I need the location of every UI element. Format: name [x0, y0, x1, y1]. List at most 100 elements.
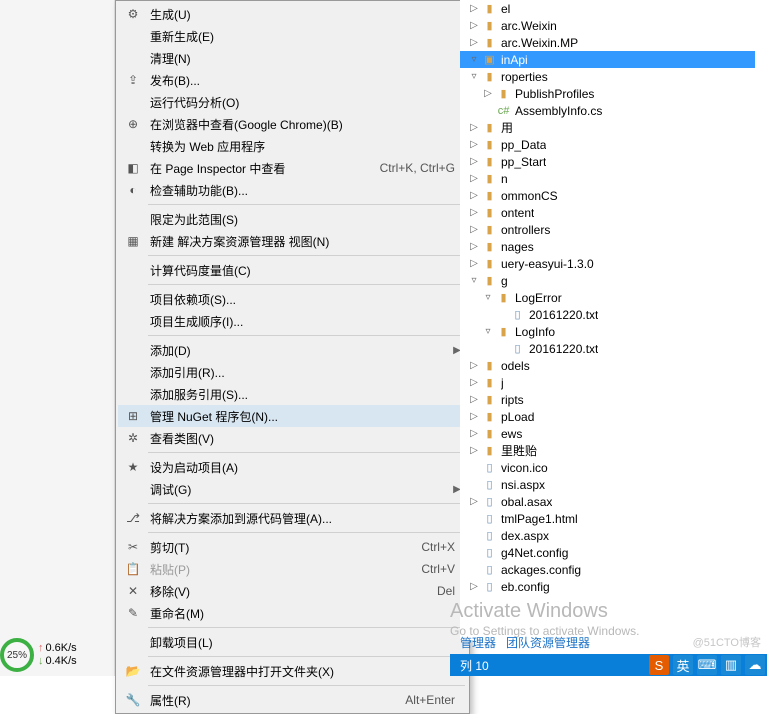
tree-expand-icon[interactable]: ▿ — [468, 275, 480, 287]
tree-row[interactable]: ▷▮uery-easyui-1.3.0 — [460, 255, 755, 272]
context-menu[interactable]: ⚙生成(U)重新生成(E)清理(N)⇪发布(B)...运行代码分析(O)⊕在浏览… — [115, 0, 470, 714]
menu-item[interactable]: ⎇将解决方案添加到源代码管理(A)... — [118, 507, 467, 529]
tree-expand-icon[interactable]: ▷ — [468, 207, 480, 219]
tree-expand-icon[interactable]: ▷ — [468, 377, 480, 389]
menu-item[interactable]: 项目依赖项(S)... — [118, 288, 467, 310]
menu-item[interactable]: ⊞管理 NuGet 程序包(N)... — [118, 405, 467, 427]
tree-row[interactable]: ▯dex.aspx — [460, 527, 755, 544]
tree-expand-icon[interactable]: ▷ — [468, 3, 480, 15]
tree-row[interactable]: ▿▣inApi — [460, 51, 755, 68]
taskbar-tray[interactable]: S英⌨▥☁ — [649, 654, 765, 676]
tree-expand-icon[interactable]: ▷ — [468, 445, 480, 457]
tree-row[interactable]: ▷▮ripts — [460, 391, 755, 408]
tree-expand-icon[interactable]: ▷ — [468, 496, 480, 508]
tree-expand-icon[interactable]: ▷ — [468, 428, 480, 440]
tree-expand-icon[interactable]: ▷ — [468, 360, 480, 372]
tree-expand-icon[interactable]: ▿ — [468, 71, 480, 83]
menu-item[interactable]: 调试(G)▶ — [118, 478, 467, 500]
taskbar-icon[interactable]: ☁ — [745, 655, 765, 675]
tree-expand-icon[interactable]: ▷ — [468, 581, 480, 593]
tree-expand-icon[interactable]: ▷ — [468, 411, 480, 423]
tree-row[interactable]: ▷▮arc.Weixin — [460, 17, 755, 34]
tree-row[interactable]: ▯20161220.txt — [460, 340, 755, 357]
tree-row[interactable]: ▷▮里貹贻 — [460, 442, 755, 459]
tree-row[interactable]: ▷▮用 — [460, 119, 755, 136]
menu-item[interactable]: ✂剪切(T)Ctrl+X — [118, 536, 467, 558]
menu-item[interactable]: ◐检查辅助功能(B)... — [118, 179, 467, 201]
menu-item[interactable]: 项目生成顺序(I)... — [118, 310, 467, 332]
menu-item[interactable]: 清理(N) — [118, 47, 467, 69]
tree-expand-icon[interactable]: ▷ — [468, 139, 480, 151]
menu-item[interactable]: 重新生成(E) — [118, 25, 467, 47]
tree-expand-icon[interactable]: ▷ — [468, 394, 480, 406]
tree-row[interactable]: ▿▮LogInfo — [460, 323, 755, 340]
menu-item[interactable]: ✲查看类图(V) — [118, 427, 467, 449]
tree-row[interactable]: ▷▮ontent — [460, 204, 755, 221]
tree-row[interactable]: ▯g4Net.config — [460, 544, 755, 561]
tree-row[interactable]: ▯tmlPage1.html — [460, 510, 755, 527]
menu-item[interactable]: ▦新建 解决方案资源管理器 视图(N) — [118, 230, 467, 252]
tree-row[interactable]: ▷▮el — [460, 0, 755, 17]
tree-row[interactable]: ▿▮LogError — [460, 289, 755, 306]
menu-item[interactable]: 添加引用(R)... — [118, 361, 467, 383]
solution-explorer-tabs[interactable]: 管理器 团队资源管理器 — [460, 634, 590, 654]
tree-row[interactable]: ▷▮ews — [460, 425, 755, 442]
taskbar-icon[interactable]: ▥ — [721, 655, 741, 675]
tree-row[interactable]: ▷▯eb.config — [460, 578, 755, 595]
tree-expand-icon[interactable]: ▿ — [482, 326, 494, 338]
menu-item[interactable]: ⊕在浏览器中查看(Google Chrome)(B) — [118, 113, 467, 135]
tree-row[interactable]: ▷▮PublishProfiles — [460, 85, 755, 102]
menu-item[interactable]: 运行代码分析(O) — [118, 91, 467, 113]
tree-row[interactable]: ▷▮nages — [460, 238, 755, 255]
menu-item[interactable]: 🔧属性(R)Alt+Enter — [118, 689, 467, 711]
tree-expand-icon[interactable]: ▷ — [482, 88, 494, 100]
tree-row[interactable]: ▷▮pp_Start — [460, 153, 755, 170]
menu-item[interactable]: 计算代码度量值(C) — [118, 259, 467, 281]
menu-item[interactable]: 转换为 Web 应用程序 — [118, 135, 467, 157]
taskbar-icon[interactable]: 英 — [673, 655, 693, 675]
tree-expand-icon[interactable]: ▷ — [468, 20, 480, 32]
tab-manager[interactable]: 管理器 — [460, 634, 496, 654]
tree-row[interactable]: ▷▮arc.Weixin.MP — [460, 34, 755, 51]
tree-row[interactable]: ▯nsi.aspx — [460, 476, 755, 493]
menu-item[interactable]: 📂在文件资源管理器中打开文件夹(X) — [118, 660, 467, 682]
solution-explorer[interactable]: ▷▮el▷▮arc.Weixin▷▮arc.Weixin.MP▿▣inApi▿▮… — [460, 0, 755, 640]
menu-item[interactable]: ⚙生成(U) — [118, 3, 467, 25]
tree-expand-icon[interactable]: ▷ — [468, 156, 480, 168]
tree-row[interactable]: ▷▮ontrollers — [460, 221, 755, 238]
tree-expand-icon[interactable]: ▷ — [468, 173, 480, 185]
tree-expand-icon[interactable]: ▷ — [468, 190, 480, 202]
menu-item[interactable]: 添加(D)▶ — [118, 339, 467, 361]
tree-expand-icon[interactable]: ▷ — [468, 258, 480, 270]
tree-row[interactable]: ▯20161220.txt — [460, 306, 755, 323]
tree-row[interactable]: ▿▮roperties — [460, 68, 755, 85]
tree-expand-icon[interactable]: ▷ — [468, 37, 480, 49]
tree-row[interactable]: ▷▮odels — [460, 357, 755, 374]
tree-row[interactable]: ▿▮g — [460, 272, 755, 289]
tree-row[interactable]: ▷▮n — [460, 170, 755, 187]
tree-expand-icon[interactable]: ▷ — [468, 241, 480, 253]
tab-team-explorer[interactable]: 团队资源管理器 — [506, 634, 590, 654]
tree-row[interactable]: ▷▮pp_Data — [460, 136, 755, 153]
network-widget[interactable]: 25% 0.6K/s 0.4K/s — [0, 638, 77, 672]
tree-row[interactable]: ▷▮ommonCS — [460, 187, 755, 204]
taskbar-icon[interactable]: ⌨ — [697, 655, 717, 675]
tree-expand-icon[interactable]: ▿ — [468, 54, 480, 66]
taskbar-icon[interactable]: S — [649, 655, 669, 675]
tree-row[interactable]: ▷▯obal.asax — [460, 493, 755, 510]
tree-row[interactable]: ▷▮pLoad — [460, 408, 755, 425]
menu-item[interactable]: ✕移除(V)Del — [118, 580, 467, 602]
tree-row[interactable]: ▯vicon.ico — [460, 459, 755, 476]
menu-item[interactable]: 添加服务引用(S)... — [118, 383, 467, 405]
menu-item[interactable]: ⇪发布(B)... — [118, 69, 467, 91]
menu-item[interactable]: ★设为启动项目(A) — [118, 456, 467, 478]
tree-row[interactable]: ▯ackages.config — [460, 561, 755, 578]
menu-item[interactable]: ◧在 Page Inspector 中查看Ctrl+K, Ctrl+G — [118, 157, 467, 179]
menu-item[interactable]: 卸载项目(L) — [118, 631, 467, 653]
tree-row[interactable]: ▷▮j — [460, 374, 755, 391]
tree-row[interactable]: c#AssemblyInfo.cs — [460, 102, 755, 119]
menu-item[interactable]: ✎重命名(M) — [118, 602, 467, 624]
menu-item[interactable]: 限定为此范围(S) — [118, 208, 467, 230]
tree-expand-icon[interactable]: ▷ — [468, 224, 480, 236]
tree-expand-icon[interactable]: ▷ — [468, 122, 480, 134]
